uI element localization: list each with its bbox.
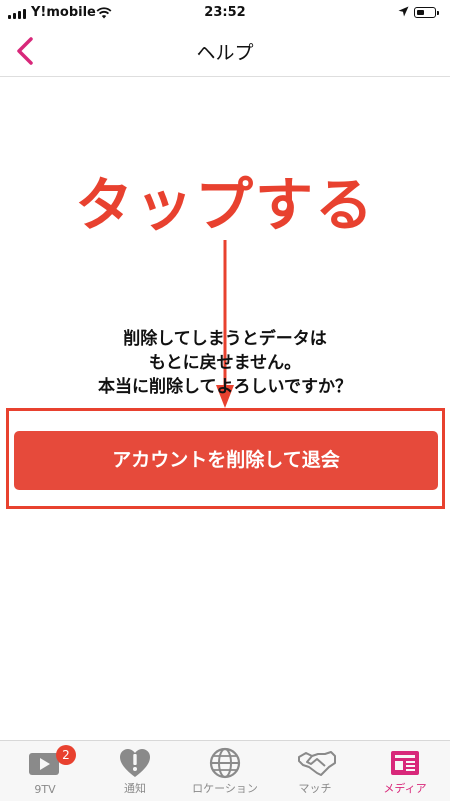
tab-label: 通知	[124, 782, 146, 795]
tab-label: ロケーション	[192, 782, 258, 795]
globe-icon	[209, 747, 241, 779]
tab-match[interactable]: マッチ	[270, 741, 360, 801]
tab-9tv[interactable]: 2 9TV	[0, 741, 90, 801]
nav-bar: ヘルプ	[0, 26, 450, 77]
tab-bar: 2 9TV 通知 ロケーション マッチ メディア	[0, 740, 450, 801]
location-arrow-icon	[398, 6, 409, 17]
clock: 23:52	[204, 5, 246, 20]
message-line: 削除してしまうとデータは	[123, 329, 327, 349]
heart-exclamation-icon	[120, 749, 150, 777]
newspaper-icon	[391, 751, 419, 775]
tab-label: メディア	[383, 782, 427, 795]
handshake-icon	[298, 751, 336, 776]
confirmation-message: 削除してしまうとデータは もとに戻せません。 本当に削除してよろしいですか？	[0, 327, 450, 399]
notification-badge: 2	[56, 745, 76, 765]
tab-location[interactable]: ロケーション	[180, 741, 270, 801]
status-bar: Y!mobile 23:52	[0, 0, 450, 26]
page-title: ヘルプ	[196, 42, 254, 64]
tab-label: マッチ	[298, 782, 332, 795]
tap-annotation-label: タップする	[74, 171, 375, 239]
tab-media[interactable]: メディア	[360, 741, 450, 801]
tab-label: 9TV	[34, 783, 56, 796]
message-line: 本当に削除してよろしいですか？	[98, 377, 352, 397]
tab-notifications[interactable]: 通知	[90, 741, 180, 801]
battery-icon	[414, 7, 439, 18]
delete-account-button[interactable]: アカウントを削除して退会	[14, 431, 438, 490]
message-line: もとに戻せません。	[148, 353, 302, 373]
